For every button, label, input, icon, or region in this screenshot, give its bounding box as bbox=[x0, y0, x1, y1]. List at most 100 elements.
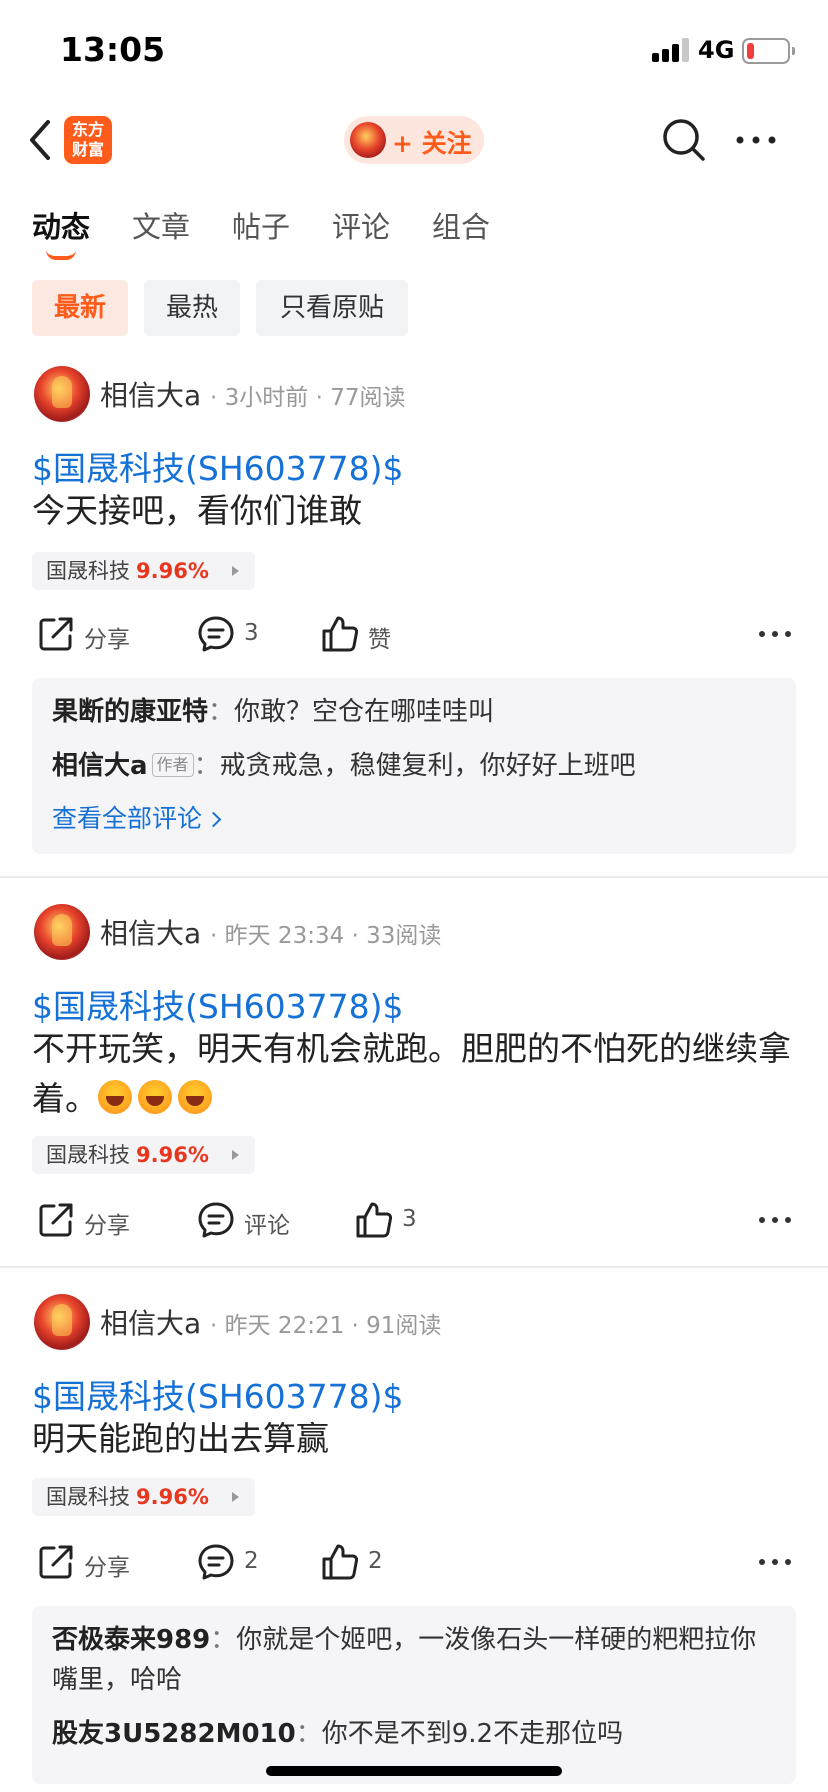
comment-item[interactable]: 果断的康亚特：你敢？空仓在哪哇哇叫 bbox=[52, 692, 776, 732]
comment-icon bbox=[198, 1544, 234, 1580]
post-body[interactable]: 明天能跑的出去算赢 bbox=[32, 1414, 796, 1464]
laughing-emoji-icon bbox=[178, 1080, 212, 1114]
like-count: 3 bbox=[402, 1206, 417, 1232]
follow-label: + 关注 bbox=[392, 129, 472, 158]
like-label: 赞 bbox=[368, 627, 391, 653]
stock-tag-pct: 9.96% bbox=[136, 1143, 209, 1167]
tab-bar: 动态 文章 帖子 评论 组合 bbox=[0, 200, 828, 260]
more-horizontal-icon[interactable] bbox=[758, 1552, 792, 1572]
share-icon bbox=[39, 1203, 73, 1237]
thumbs-up-icon bbox=[322, 1544, 359, 1580]
comment-icon bbox=[198, 1202, 234, 1238]
post-author[interactable]: 相信大a bbox=[100, 912, 201, 952]
caret-right-icon bbox=[231, 566, 239, 576]
post-body[interactable]: 不开玩笑，明天有机会就跑。胆肥的不怕死的继续拿着。 bbox=[32, 1024, 796, 1124]
tab-zuhe[interactable]: 组合 bbox=[432, 204, 490, 246]
battery-icon bbox=[742, 38, 795, 64]
stock-tag-pct: 9.96% bbox=[136, 559, 209, 583]
like-button[interactable]: 赞 bbox=[320, 610, 400, 660]
app-logo-line-2: 财富 bbox=[71, 140, 104, 159]
share-button[interactable]: 分享 bbox=[36, 610, 146, 660]
chevron-left-icon bbox=[30, 120, 50, 160]
post-author[interactable]: 相信大a bbox=[100, 374, 201, 414]
post-body[interactable]: 今天接吧，看你们谁敢 bbox=[32, 486, 796, 536]
app-logo: 东方 财富 bbox=[64, 116, 112, 164]
comment-text: 戒贪戒急，稳健复利，你好好上班吧 bbox=[219, 751, 636, 781]
more-button[interactable] bbox=[734, 124, 782, 156]
stock-tag-name: 国晟科技 bbox=[46, 1143, 130, 1167]
comment-count: 2 bbox=[244, 1548, 259, 1574]
chevron-right-icon bbox=[205, 811, 222, 828]
comment-button[interactable]: 3 bbox=[196, 610, 276, 660]
status-bar: 13:05 4G bbox=[0, 0, 828, 100]
tab-pinglun[interactable]: 评论 bbox=[332, 204, 390, 246]
thumbs-up-icon bbox=[322, 616, 359, 652]
view-all-comments[interactable]: 查看全部评论 bbox=[52, 800, 776, 838]
comment-item[interactable]: 股友3U5282M010：你不是不到9.2不走那位吗 bbox=[52, 1714, 776, 1754]
stock-tag[interactable]: 国晟科技 9.96% bbox=[32, 552, 255, 590]
comment-user[interactable]: 相信大a bbox=[52, 751, 148, 781]
avatar[interactable] bbox=[34, 904, 90, 960]
share-label: 分享 bbox=[84, 627, 130, 653]
comment-user[interactable]: 股友3U5282M010 bbox=[52, 1719, 296, 1749]
more-horizontal-icon[interactable] bbox=[758, 1210, 792, 1230]
stock-tag[interactable]: 国晟科技 9.96% bbox=[32, 1478, 255, 1516]
post-actions: 分享 评论 3 bbox=[0, 1196, 828, 1246]
stock-link[interactable]: $国晟科技(SH603778)$ bbox=[32, 980, 403, 1028]
avatar[interactable] bbox=[34, 366, 90, 422]
stock-tag[interactable]: 国晟科技 9.96% bbox=[32, 1136, 255, 1174]
share-icon bbox=[39, 1545, 73, 1579]
like-button[interactable]: 3 bbox=[354, 1196, 434, 1246]
filter-hot[interactable]: 最热 bbox=[144, 280, 240, 336]
search-button[interactable] bbox=[660, 116, 708, 164]
stock-tag-pct: 9.96% bbox=[136, 1485, 209, 1509]
laughing-emoji-icon bbox=[98, 1080, 132, 1114]
like-button[interactable]: 2 bbox=[320, 1538, 400, 1588]
stock-link[interactable]: $国晟科技(SH603778)$ bbox=[32, 442, 403, 490]
comment-separator: ： bbox=[193, 751, 220, 781]
thumbs-up-icon bbox=[356, 1202, 393, 1238]
divider bbox=[0, 1266, 828, 1268]
comment-text: 你不是不到9.2不走那位吗 bbox=[321, 1719, 624, 1749]
tab-wenzhang[interactable]: 文章 bbox=[132, 204, 190, 246]
comment-user[interactable]: 否极泰来989 bbox=[52, 1625, 210, 1655]
avatar[interactable] bbox=[34, 1294, 90, 1350]
search-icon bbox=[663, 119, 705, 161]
nav-header: 东方 财富 + 关注 bbox=[0, 100, 828, 180]
home-indicator[interactable] bbox=[266, 1766, 562, 1776]
post-meta: · 昨天 23:34 · 33阅读 bbox=[210, 923, 442, 949]
stock-tag-name: 国晟科技 bbox=[46, 559, 130, 583]
tab-tiezi[interactable]: 帖子 bbox=[232, 204, 290, 246]
comment-user[interactable]: 果断的康亚特 bbox=[52, 697, 208, 727]
comment-item[interactable]: 否极泰来989：你就是个姬吧，一泼像石头一样硬的粑粑拉你嘴里，哈哈 bbox=[52, 1620, 776, 1700]
share-button[interactable]: 分享 bbox=[36, 1538, 146, 1588]
comment-separator: ： bbox=[208, 697, 235, 727]
comment-preview: 果断的康亚特：你敢？空仓在哪哇哇叫 相信大a 作者 ：戒贪戒急，稳健复利，你好好上班… bbox=[32, 678, 796, 854]
post-actions: 分享 2 2 bbox=[0, 1538, 828, 1588]
stock-link[interactable]: $国晟科技(SH603778)$ bbox=[32, 1370, 403, 1418]
comment-count: 3 bbox=[244, 620, 259, 646]
post-author[interactable]: 相信大a bbox=[100, 1302, 201, 1342]
more-horizontal-icon bbox=[736, 136, 776, 144]
stock-tag-name: 国晟科技 bbox=[46, 1485, 130, 1509]
comment-icon bbox=[198, 616, 234, 652]
tab-dongtai[interactable]: 动态 bbox=[32, 204, 90, 246]
comment-button[interactable]: 评论 bbox=[196, 1196, 306, 1246]
more-horizontal-icon[interactable] bbox=[758, 624, 792, 644]
comment-button[interactable]: 2 bbox=[196, 1538, 276, 1588]
caret-right-icon bbox=[231, 1150, 239, 1160]
like-count: 2 bbox=[368, 1548, 383, 1574]
filter-latest[interactable]: 最新 bbox=[32, 280, 128, 336]
comment-separator: ： bbox=[210, 1625, 237, 1655]
status-time: 13:05 bbox=[60, 30, 166, 69]
share-label: 分享 bbox=[84, 1213, 130, 1239]
filter-original[interactable]: 只看原贴 bbox=[256, 280, 408, 336]
share-label: 分享 bbox=[84, 1555, 130, 1581]
app-logo-line-1: 东方 bbox=[71, 120, 104, 139]
back-button[interactable] bbox=[22, 114, 62, 166]
comment-item[interactable]: 相信大a 作者 ：戒贪戒急，稳健复利，你好好上班吧 bbox=[52, 746, 776, 786]
follow-button[interactable]: + 关注 bbox=[344, 116, 484, 164]
comment-separator: ： bbox=[295, 1719, 322, 1749]
post-actions: 分享 3 赞 bbox=[0, 610, 828, 660]
share-button[interactable]: 分享 bbox=[36, 1196, 146, 1246]
